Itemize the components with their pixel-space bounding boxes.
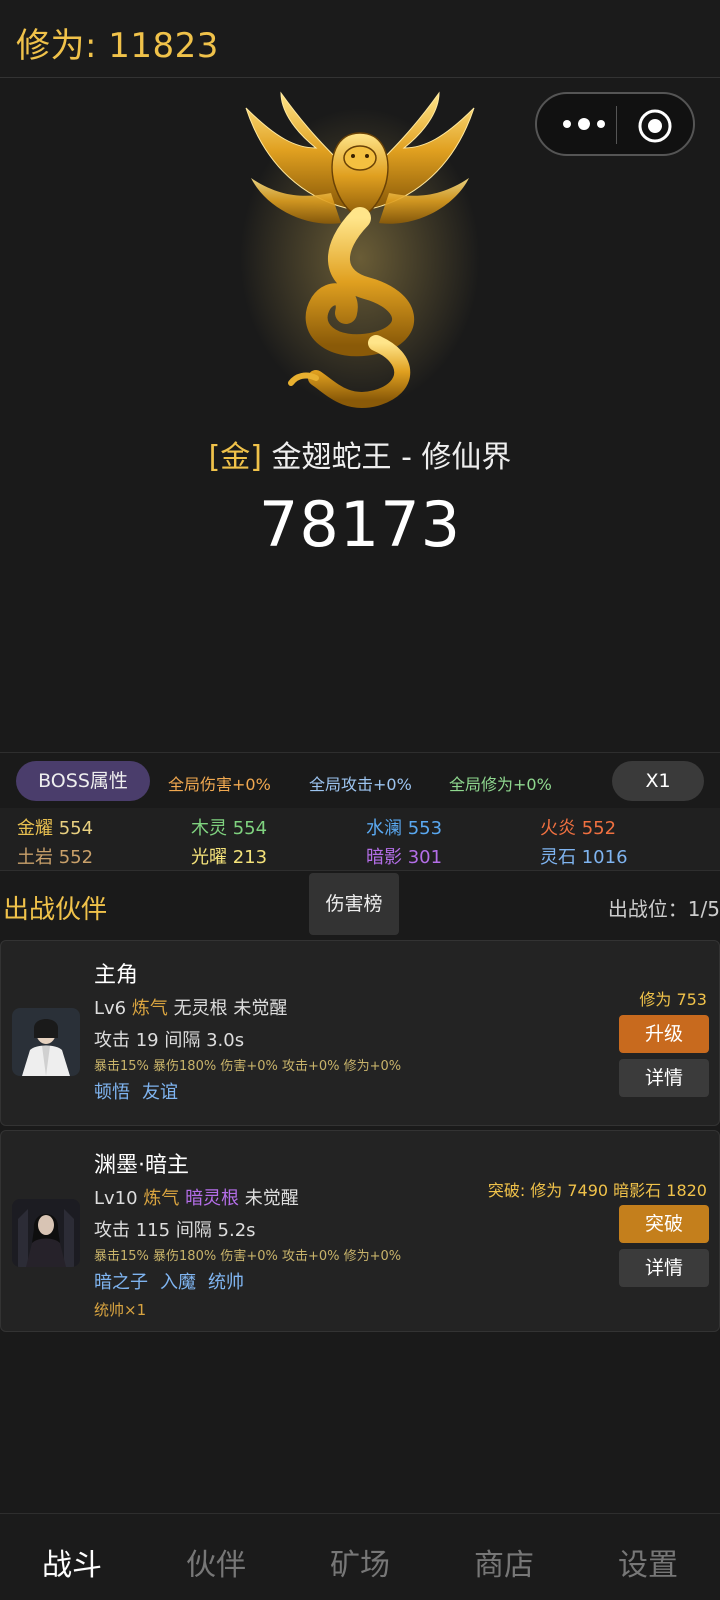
partner-realm: 炼气 <box>131 998 168 1019</box>
partner-combat: 攻击 19 间隔 3.0s <box>94 1026 244 1052</box>
partner-tags: 顿悟 友谊 <box>94 1078 190 1104</box>
resource-item: 火炎 552 <box>540 814 616 840</box>
partner-name: 渊墨·暗主 <box>94 1153 189 1178</box>
partner-portrait[interactable] <box>12 1008 80 1076</box>
global-attack-buff: 全局攻击+0% <box>309 775 412 794</box>
partner-realm: 炼气 <box>143 1188 180 1209</box>
partner-attack: 攻击 115 <box>94 1220 171 1241</box>
cultivation-total: 修为: 11823 <box>16 26 219 66</box>
partner-interval: 间隔 3.0s <box>164 1030 245 1051</box>
partners-header: 出战伙伴 伤害榜 出战位：1/5 <box>0 870 720 936</box>
buff-bar: BOSS属性 全局伤害+0% 全局攻击+0% 全局修为+0% X1 <box>0 752 720 806</box>
tab-settings[interactable]: 设置 <box>576 1540 720 1584</box>
boss-title: 金翅蛇王 - 修仙界 <box>271 440 512 475</box>
boss-name: [金] 金翅蛇王 - 修仙界 <box>0 432 720 476</box>
partner-combat: 攻击 115 间隔 5.2s <box>94 1216 256 1242</box>
resource-name: 灵石 <box>540 847 576 868</box>
boss-attributes-button[interactable]: BOSS属性 <box>16 761 150 801</box>
resource-item: 土岩 552 <box>17 843 93 869</box>
partner-portrait[interactable] <box>12 1199 80 1267</box>
partner-root: 暗灵根 <box>185 1188 240 1209</box>
miniprogram-capsule <box>535 92 695 156</box>
partner-interval: 间隔 5.2s <box>175 1220 256 1241</box>
tab-battle[interactable]: 战斗 <box>0 1540 144 1584</box>
resource-value: 301 <box>407 847 443 868</box>
damage-ranking-button[interactable]: 伤害榜 <box>309 873 399 935</box>
resource-name: 光曜 <box>191 847 227 868</box>
resource-item: 光曜 213 <box>191 843 267 869</box>
partner-root: 无灵根 <box>173 998 228 1019</box>
resource-name: 暗影 <box>366 847 402 868</box>
partner-attack: 攻击 19 <box>94 1030 159 1051</box>
partner-stats: 暴击15% 暴伤180% 伤害+0% 攻击+0% 修为+0% <box>94 1059 402 1074</box>
upgrade-cost: 修为 753 <box>639 990 707 1009</box>
more-icon[interactable] <box>559 112 609 136</box>
partners-title: 出战伙伴 <box>3 895 108 925</box>
resource-item: 水澜 553 <box>366 814 442 840</box>
breakthrough-cost: 突破: 修为 7490 暗影石 1820 <box>487 1181 707 1200</box>
breakthrough-button[interactable]: 突破 <box>619 1205 709 1243</box>
tab-shop[interactable]: 商店 <box>432 1540 576 1584</box>
resource-value: 553 <box>407 818 443 839</box>
boss-hp: 78173 <box>258 488 462 561</box>
partner-tag[interactable]: 入魔 <box>160 1272 196 1293</box>
global-damage-buff: 全局伤害+0% <box>168 775 271 794</box>
resource-item: 暗影 301 <box>366 843 442 869</box>
resource-name: 木灵 <box>191 818 227 839</box>
resource-value: 552 <box>58 847 94 868</box>
resource-item: 木灵 554 <box>191 814 267 840</box>
resource-name: 火炎 <box>540 818 576 839</box>
resource-value: 554 <box>58 818 94 839</box>
partner-tag[interactable]: 暗之子 <box>94 1272 148 1293</box>
upgrade-button[interactable]: 升级 <box>619 1015 709 1053</box>
capsule-divider <box>616 106 617 144</box>
partner-info: Lv6 炼气 无灵根 未觉醒 <box>94 994 287 1020</box>
close-target-icon[interactable] <box>637 108 673 144</box>
resource-name: 水澜 <box>366 818 402 839</box>
resource-value: 1016 <box>581 847 628 868</box>
boss-image[interactable] <box>236 88 484 418</box>
deploy-slots: 出战位：1/5 <box>607 897 720 921</box>
resource-grid: 金耀 554 木灵 554 水澜 553 火炎 552 土岩 552 光曜 21… <box>0 808 720 870</box>
top-bar: 修为: 11823 <box>0 0 720 78</box>
partner-level: Lv6 <box>94 998 127 1019</box>
partner-tag[interactable]: 友谊 <box>142 1082 178 1103</box>
resource-value: 552 <box>581 818 617 839</box>
details-button[interactable]: 详情 <box>619 1249 709 1287</box>
partner-name: 主角 <box>94 963 139 988</box>
bottom-tab-bar: 战斗 伙伴 矿场 商店 设置 <box>0 1513 720 1600</box>
resource-item: 灵石 1016 <box>540 843 628 869</box>
tab-mine[interactable]: 矿场 <box>288 1540 432 1584</box>
partner-level: Lv10 <box>94 1188 138 1209</box>
partner-awaken: 未觉醒 <box>233 998 288 1019</box>
partner-card: 渊墨·暗主 Lv10 炼气 暗灵根 未觉醒 攻击 115 间隔 5.2s 暴击1… <box>0 1130 720 1332</box>
resource-item: 金耀 554 <box>17 814 93 840</box>
tab-partners[interactable]: 伙伴 <box>144 1540 288 1584</box>
partner-card: 主角 Lv6 炼气 无灵根 未觉醒 攻击 19 间隔 3.0s 暴击15% 暴伤… <box>0 940 720 1126</box>
partner-stats: 暴击15% 暴伤180% 伤害+0% 攻击+0% 修为+0% <box>94 1249 402 1264</box>
resource-name: 金耀 <box>17 818 53 839</box>
partner-extra: 统帅×1 <box>94 1301 147 1319</box>
partner-tags: 暗之子 入魔 统帅 <box>94 1268 256 1294</box>
partner-info: Lv10 炼气 暗灵根 未觉醒 <box>94 1184 299 1210</box>
resource-value: 554 <box>232 818 268 839</box>
resource-name: 土岩 <box>17 847 53 868</box>
boss-element-tag: [金] <box>208 440 262 475</box>
resource-value: 213 <box>232 847 268 868</box>
global-cultivation-buff: 全局修为+0% <box>449 775 552 794</box>
speed-multiplier-button[interactable]: X1 <box>612 761 704 801</box>
partner-tag[interactable]: 统帅 <box>208 1272 244 1293</box>
details-button[interactable]: 详情 <box>619 1059 709 1097</box>
partner-tag[interactable]: 顿悟 <box>94 1082 130 1103</box>
partner-awaken: 未觉醒 <box>244 1188 299 1209</box>
